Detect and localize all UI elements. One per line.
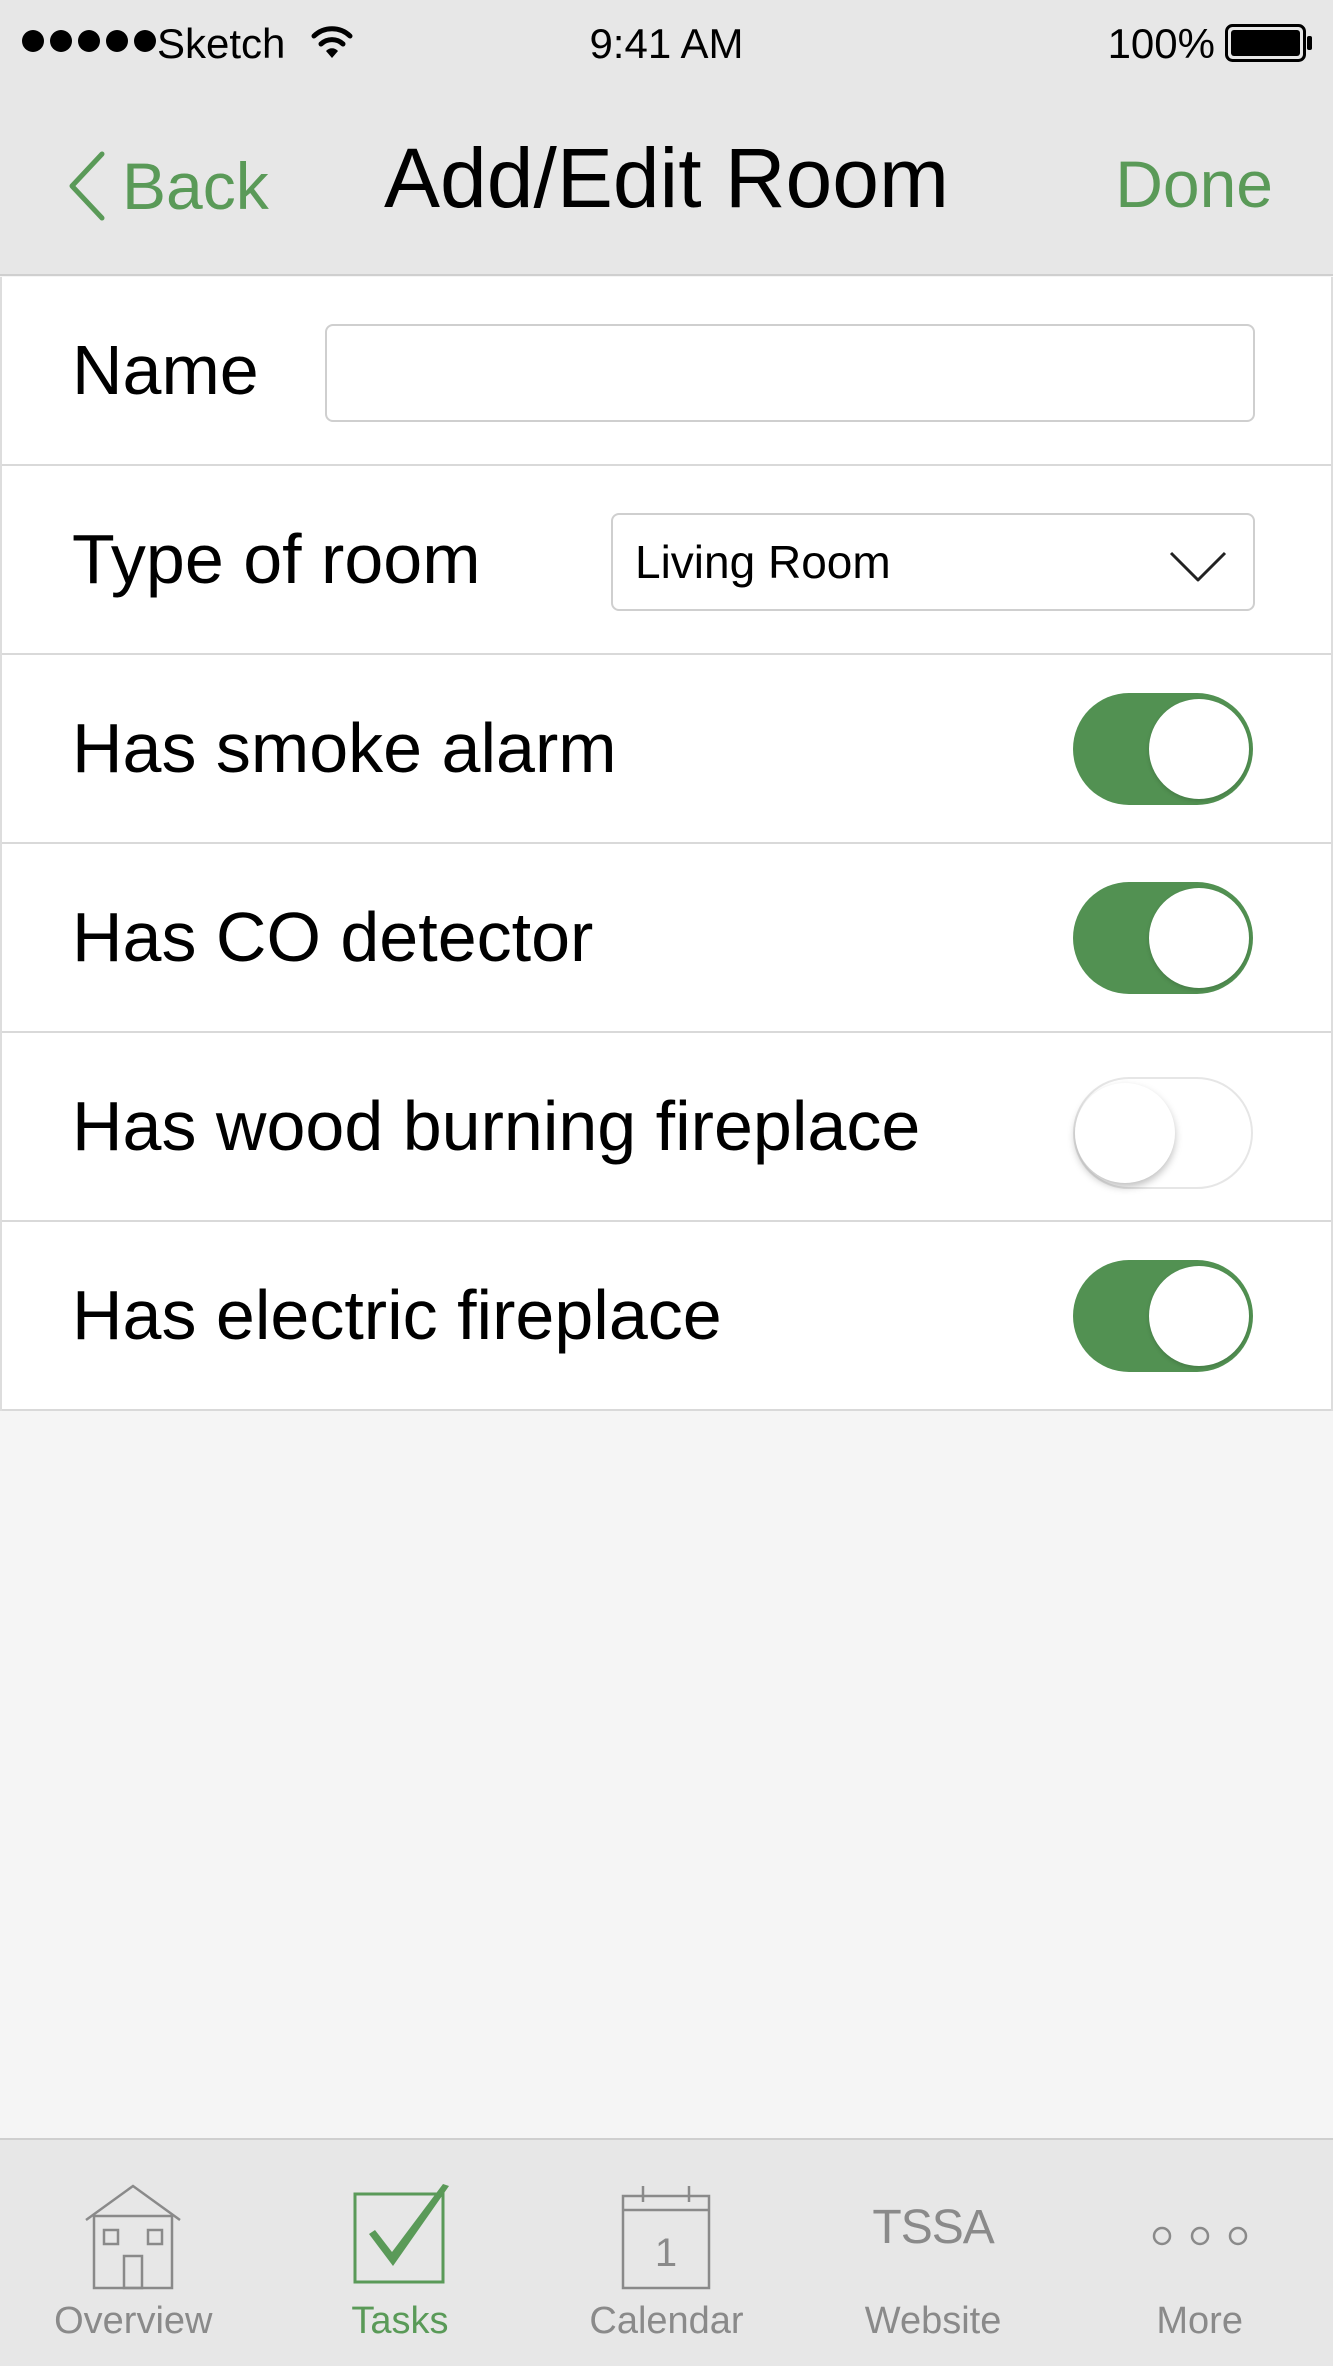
done-button[interactable]: Done xyxy=(1115,146,1273,222)
tab-tasks[interactable]: Tasks xyxy=(267,2140,534,2366)
wood-fireplace-toggle[interactable] xyxy=(1073,1077,1253,1189)
room-type-select[interactable]: Living Room xyxy=(611,513,1255,611)
calendar-day-number: 1 xyxy=(655,2231,677,2275)
tab-more-label: More xyxy=(1156,2300,1243,2342)
status-bar: Sketch 9:41 AM 100% xyxy=(0,0,1333,86)
tab-more[interactable]: More xyxy=(1066,2140,1333,2366)
tab-overview-label: Overview xyxy=(54,2300,213,2342)
electric-fireplace-label: Has electric fireplace xyxy=(72,1276,722,1354)
house-icon xyxy=(85,2184,182,2290)
name-label: Name xyxy=(72,331,259,409)
tab-calendar-label: Calendar xyxy=(589,2300,744,2342)
battery-percent: 100% xyxy=(1107,20,1215,67)
battery-icon xyxy=(1225,24,1312,62)
tab-tasks-label: Tasks xyxy=(351,2300,449,2342)
name-input[interactable] xyxy=(325,324,1255,422)
wood-fireplace-row: Has wood burning fireplace xyxy=(2,1033,1331,1222)
co-detector-toggle[interactable] xyxy=(1073,882,1253,994)
room-form: Name Type of room Living Room Has smoke … xyxy=(0,277,1333,1411)
chevron-down-icon xyxy=(1169,551,1227,582)
checkbox-icon xyxy=(353,2184,449,2284)
smoke-alarm-row: Has smoke alarm xyxy=(2,655,1331,844)
tab-overview[interactable]: Overview xyxy=(0,2140,267,2366)
navigation-bar: Back Add/Edit Room Done xyxy=(0,86,1333,276)
calendar-icon: 1 xyxy=(622,2186,711,2290)
room-type-row: Type of room Living Room xyxy=(2,466,1331,655)
wood-fireplace-label: Has wood burning fireplace xyxy=(72,1087,921,1165)
room-type-value: Living Room xyxy=(635,536,891,588)
co-detector-row: Has CO detector xyxy=(2,844,1331,1033)
name-row: Name xyxy=(2,277,1331,466)
co-detector-label: Has CO detector xyxy=(72,898,594,976)
tab-website-label: Website xyxy=(864,2300,1002,2342)
tssa-logo-icon: TSSA xyxy=(872,2201,994,2254)
smoke-alarm-label: Has smoke alarm xyxy=(72,709,617,787)
electric-fireplace-row: Has electric fireplace xyxy=(2,1222,1331,1411)
tab-website[interactable]: TSSA Website xyxy=(800,2140,1067,2366)
electric-fireplace-toggle[interactable] xyxy=(1073,1260,1253,1372)
more-dots-icon xyxy=(1152,2226,1247,2246)
room-type-label: Type of room xyxy=(72,520,481,598)
tab-bar: Overview Tasks 1 Calendar TSSA Website M… xyxy=(0,2138,1333,2366)
app-screen: Sketch 9:41 AM 100% Back Add/Edit Room D… xyxy=(0,0,1333,2366)
tab-calendar[interactable]: 1 Calendar xyxy=(533,2140,800,2366)
smoke-alarm-toggle[interactable] xyxy=(1073,693,1253,805)
